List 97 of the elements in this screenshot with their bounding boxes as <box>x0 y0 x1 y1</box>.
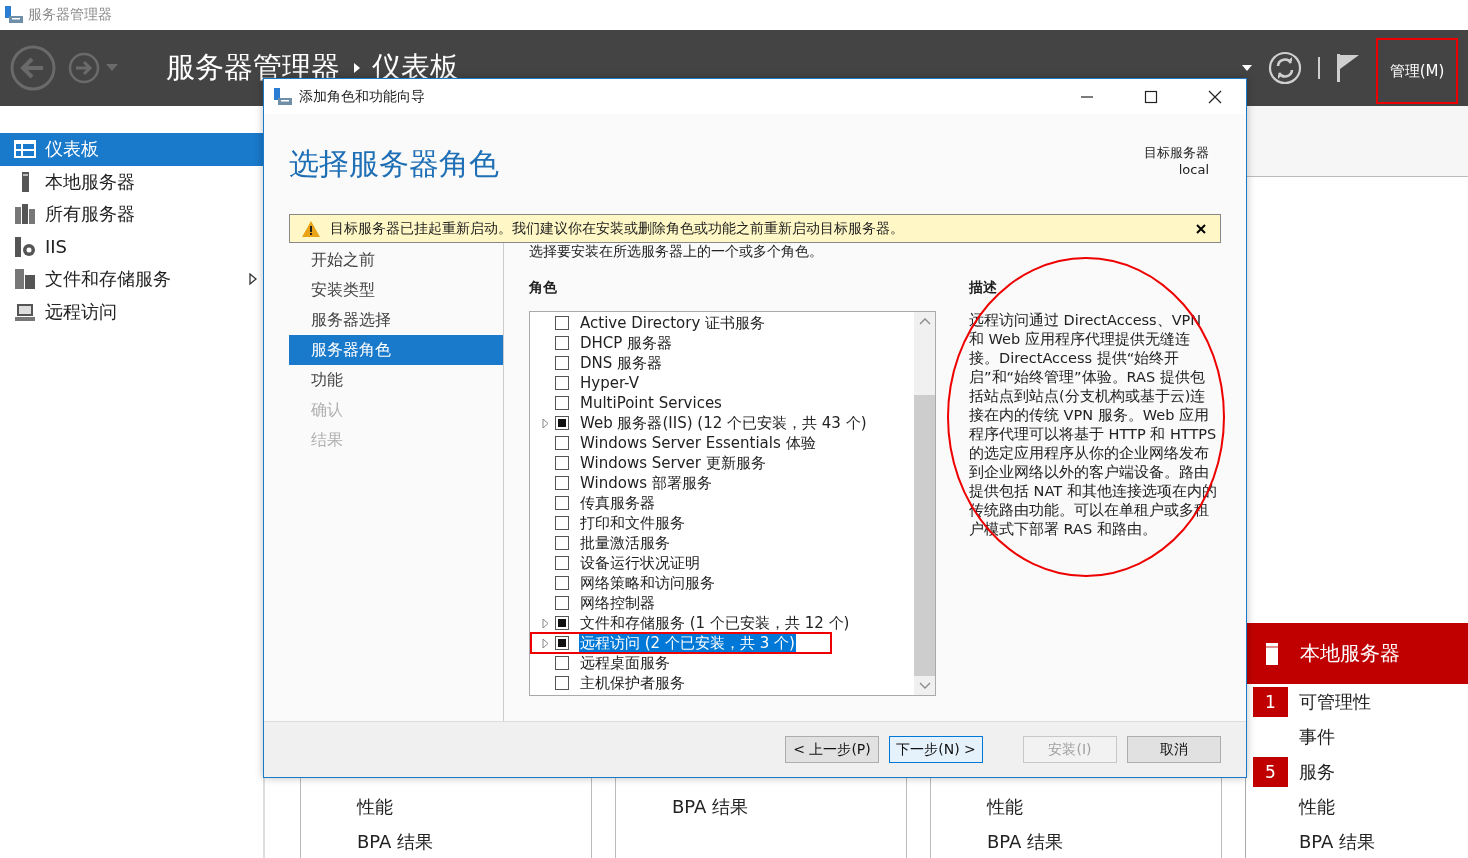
instruction-text: 选择要安装在所选服务器上的一个或多个角色。 <box>529 243 824 261</box>
role-item[interactable]: 设备运行状况证明 <box>579 553 701 573</box>
role-item[interactable]: DNS 服务器 <box>579 353 664 373</box>
role-item[interactable]: 远程桌面服务 <box>579 653 671 673</box>
checkbox[interactable] <box>555 336 569 350</box>
checkbox[interactable] <box>555 396 569 410</box>
checkbox[interactable] <box>555 456 569 470</box>
role-item[interactable]: Windows Server Essentials 体验 <box>579 433 817 453</box>
dialog-title: 添加角色和功能向导 <box>299 87 425 106</box>
wizard-step[interactable]: 功能 <box>289 365 503 395</box>
tile-item[interactable]: BPA 结果 <box>931 824 1221 858</box>
wizard-step[interactable]: 服务器选择 <box>289 305 503 335</box>
warning-message: 目标服务器已挂起重新启动。我们建议你在安装或删除角色或功能之前重新启动目标服务器。 <box>330 219 904 238</box>
remote-access-icon <box>14 301 36 322</box>
sidebar-item[interactable]: 本地服务器 <box>0 165 263 198</box>
checkbox[interactable] <box>555 496 569 510</box>
sidebar-item[interactable]: 仪表板 <box>0 133 263 166</box>
tile-item[interactable]: BPA 结果 <box>301 824 591 858</box>
role-item[interactable]: 网络控制器 <box>579 593 656 613</box>
target-server-value: local <box>1178 162 1209 177</box>
server-manager-icon <box>273 86 293 107</box>
roles-heading: 角色 <box>529 279 558 297</box>
role-item[interactable]: MultiPoint Services <box>579 394 723 412</box>
checkbox[interactable] <box>555 436 569 450</box>
prev-button[interactable]: < 上一步(P) <box>785 736 879 763</box>
count-badge: 1 <box>1253 686 1288 717</box>
role-item[interactable]: 主机保护者服务 <box>579 673 686 693</box>
dashboard-icon <box>14 140 36 159</box>
tile-header[interactable]: 本地服务器 <box>1246 623 1468 684</box>
tile-item[interactable]: 事件 <box>1299 724 1335 749</box>
role-item[interactable]: Web 服务器(IIS) (12 个已安装，共 43 个) <box>579 413 868 433</box>
role-item[interactable]: Active Directory 证书服务 <box>579 313 767 333</box>
tile-item[interactable]: 性能 <box>931 789 1221 824</box>
tile-item[interactable]: 性能 <box>301 789 591 824</box>
checkbox[interactable] <box>555 356 569 370</box>
role-item[interactable]: 打印和文件服务 <box>579 513 686 533</box>
breadcrumb-arrow-icon <box>354 63 360 73</box>
target-server-label: 目标服务器 <box>1144 144 1209 162</box>
window-title: 服务器管理器 <box>28 6 112 24</box>
refresh-icon[interactable] <box>1268 51 1302 85</box>
sidebar-item[interactable]: 文件和存储服务 <box>0 263 263 296</box>
maximize-icon[interactable] <box>1144 89 1158 104</box>
role-item[interactable]: 批量激活服务 <box>579 533 671 553</box>
scroll-down-icon[interactable] <box>918 682 931 690</box>
scroll-up-icon[interactable] <box>918 317 931 325</box>
manage-menu[interactable]: 管理(M) <box>1376 38 1458 104</box>
servers-icon <box>14 204 36 225</box>
checkbox[interactable] <box>555 656 569 670</box>
iis-icon <box>14 236 36 257</box>
checkbox[interactable] <box>555 676 569 690</box>
tile-title: 本地服务器 <box>1300 640 1400 667</box>
checkbox[interactable] <box>555 596 569 610</box>
role-item[interactable]: 远程访问 (2 个已安装，共 3 个) <box>579 633 796 653</box>
checkbox[interactable] <box>555 376 569 390</box>
checkbox[interactable] <box>555 576 569 590</box>
sidebar-item[interactable]: 所有服务器 <box>0 198 263 231</box>
role-item[interactable]: DHCP 服务器 <box>579 333 674 353</box>
tile-item[interactable]: BPA 结果 <box>1299 829 1376 854</box>
role-item[interactable]: 传真服务器 <box>579 493 656 513</box>
server-icon <box>1266 642 1278 665</box>
wizard-step[interactable]: 服务器角色 <box>289 335 503 365</box>
sidebar-item[interactable]: 远程访问 <box>0 295 263 328</box>
tile-item[interactable]: 可管理性 <box>1299 689 1371 714</box>
close-icon[interactable] <box>1196 223 1206 234</box>
checkbox[interactable] <box>555 556 569 570</box>
warning-icon <box>302 220 320 237</box>
role-item[interactable]: 网络策略和访问服务 <box>579 573 716 593</box>
role-item[interactable]: Windows Server 更新服务 <box>579 453 767 473</box>
tile-item[interactable]: BPA 结果 <box>616 789 906 824</box>
scrollbar-thumb[interactable] <box>914 395 935 676</box>
checkbox[interactable] <box>555 476 569 490</box>
flag-icon[interactable] <box>1336 53 1360 83</box>
next-button[interactable]: 下一步(N) > <box>889 736 983 763</box>
role-item[interactable]: Windows 部署服务 <box>579 473 713 493</box>
wizard-step[interactable]: 开始之前 <box>289 245 503 275</box>
checkbox[interactable] <box>555 616 569 630</box>
tile-item[interactable]: 性能 <box>1299 794 1335 819</box>
page-heading: 选择服务器角色 <box>289 145 499 183</box>
role-item[interactable]: Hyper-V <box>579 374 640 392</box>
checkbox[interactable] <box>555 416 569 430</box>
wizard-step[interactable]: 安装类型 <box>289 275 503 305</box>
tile-item[interactable]: 服务 <box>1299 759 1335 784</box>
checkbox[interactable] <box>555 516 569 530</box>
close-icon[interactable] <box>1208 89 1222 104</box>
count-badge: 5 <box>1253 756 1288 787</box>
dropdown-caret-icon[interactable] <box>1242 64 1252 72</box>
sidebar-item[interactable]: IIS <box>0 230 263 263</box>
role-item[interactable]: 文件和存储服务 (1 个已安装，共 12 个) <box>579 613 851 633</box>
checkbox[interactable] <box>555 636 569 650</box>
description-heading: 描述 <box>969 279 998 297</box>
cancel-button[interactable]: 取消 <box>1127 736 1221 763</box>
checkbox[interactable] <box>555 316 569 330</box>
storage-icon <box>14 269 36 290</box>
server-manager-icon <box>4 5 24 25</box>
server-icon <box>22 171 29 192</box>
expand-arrow-icon[interactable] <box>249 273 257 286</box>
checkbox[interactable] <box>555 536 569 550</box>
